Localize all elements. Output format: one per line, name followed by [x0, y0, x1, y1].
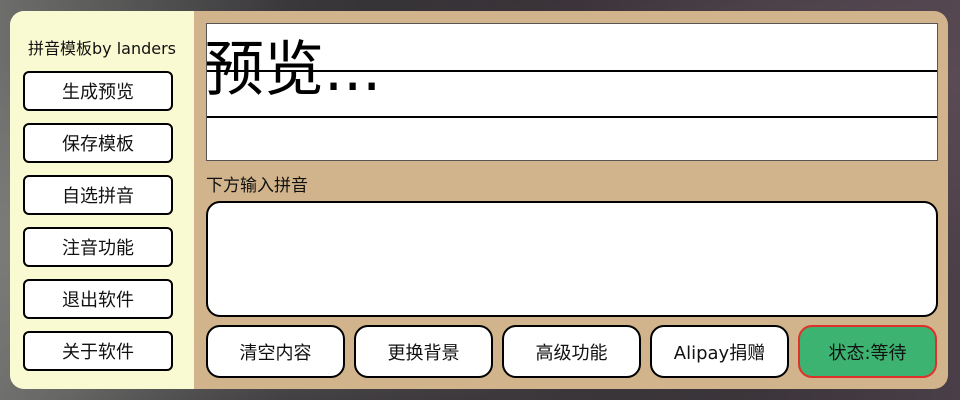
change-background-button[interactable]: 更换背景 [354, 325, 493, 378]
pinyin-input[interactable] [206, 201, 938, 317]
clear-content-button[interactable]: 清空内容 [206, 325, 345, 378]
about-software-button[interactable]: 关于软件 [23, 331, 173, 371]
app-window: 拼音模板by landers 生成预览 保存模板 自选拼音 注音功能 退出软件 … [10, 11, 948, 389]
sidebar: 拼音模板by landers 生成预览 保存模板 自选拼音 注音功能 退出软件 … [10, 11, 194, 389]
custom-pinyin-button[interactable]: 自选拼音 [23, 175, 173, 215]
generate-preview-button[interactable]: 生成预览 [23, 71, 173, 111]
save-template-button[interactable]: 保存模板 [23, 123, 173, 163]
preview-canvas: 预览... [206, 23, 938, 161]
advanced-features-button[interactable]: 高级功能 [502, 325, 641, 378]
guide-line-bottom [207, 116, 937, 118]
app-title: 拼音模板by landers [27, 39, 177, 58]
alipay-donate-button[interactable]: Alipay捐赠 [650, 325, 789, 378]
phonetic-annotation-button[interactable]: 注音功能 [23, 227, 173, 267]
pinyin-input-label: 下方输入拼音 [206, 176, 308, 196]
exit-software-button[interactable]: 退出软件 [23, 279, 173, 319]
preview-text: 预览... [206, 35, 382, 105]
status-indicator-button[interactable]: 状态:等待 [798, 325, 937, 378]
